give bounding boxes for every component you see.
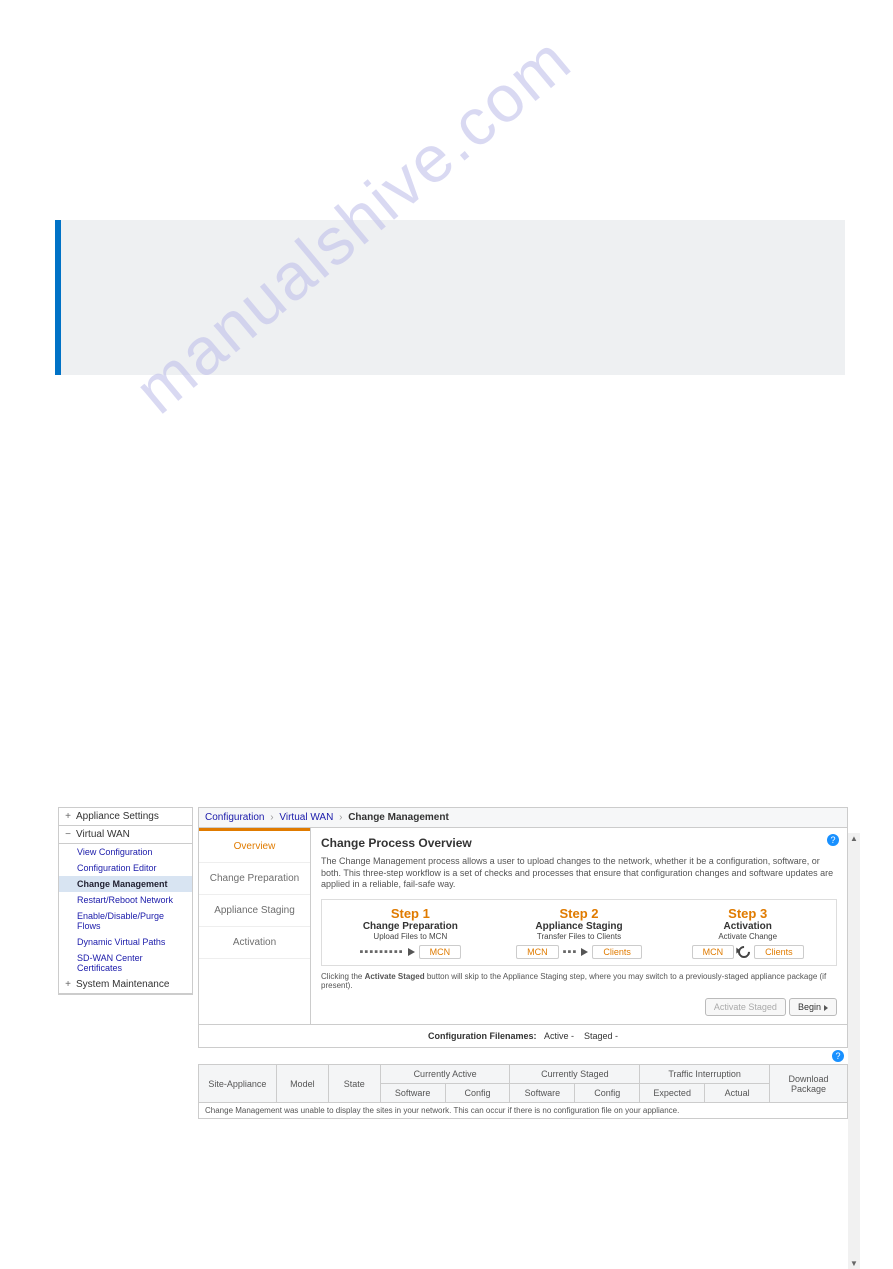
sidebar-section-appliance-settings[interactable]: + Appliance Settings xyxy=(59,808,192,826)
th-currently-active: Currently Active xyxy=(380,1065,510,1084)
panel-description: The Change Management process allows a u… xyxy=(321,856,837,891)
activate-staged-button[interactable]: Activate Staged xyxy=(705,998,786,1016)
sidebar-link[interactable]: Configuration Editor xyxy=(77,863,157,873)
activate-note: Clicking the Activate Staged button will… xyxy=(321,972,837,990)
tab-change-preparation[interactable]: Change Preparation xyxy=(199,863,310,895)
sites-table: Site-Appliance Model State Currently Act… xyxy=(198,1064,848,1103)
table-empty-message: Change Management was unable to display … xyxy=(198,1103,848,1119)
scroll-up-icon[interactable]: ▲ xyxy=(849,833,859,844)
breadcrumb-link[interactable]: Configuration xyxy=(205,812,264,823)
mcn-chip: MCN xyxy=(692,945,735,959)
arrow-right-icon xyxy=(581,948,588,956)
panel-title: Change Process Overview xyxy=(321,836,837,850)
sidebar-section-label: Appliance Settings xyxy=(76,811,159,822)
th-config[interactable]: Config xyxy=(445,1084,510,1103)
sidebar-link[interactable]: Dynamic Virtual Paths xyxy=(77,937,165,947)
arrow-right-icon xyxy=(408,948,415,956)
sidebar-link[interactable]: SD-WAN Center Certificates xyxy=(77,953,143,973)
step-name: Change Preparation xyxy=(326,921,495,932)
step-name: Appliance Staging xyxy=(495,921,664,932)
chevron-right-icon: › xyxy=(270,812,273,823)
th-site-appliance[interactable]: Site-Appliance xyxy=(199,1065,277,1103)
step-desc: Activate Change xyxy=(663,932,832,941)
content-area: Configuration › Virtual WAN › Change Man… xyxy=(198,807,848,1119)
clients-chip: Clients xyxy=(754,945,804,959)
step-tabs: Overview Change Preparation Appliance St… xyxy=(199,828,311,1024)
th-software[interactable]: Software xyxy=(510,1084,575,1103)
scroll-down-icon[interactable]: ▼ xyxy=(849,1258,859,1269)
chevron-right-icon: › xyxy=(339,812,342,823)
sidebar-link[interactable]: Restart/Reboot Network xyxy=(77,895,173,905)
sidebar-item-view-configuration[interactable]: View Configuration xyxy=(59,844,192,860)
mcn-chip: MCN xyxy=(516,945,559,959)
step-desc: Upload Files to MCN xyxy=(326,932,495,941)
refresh-icon xyxy=(736,944,753,961)
sidebar-item-configuration-editor[interactable]: Configuration Editor xyxy=(59,860,192,876)
sidebar-item-dynamic-virtual-paths[interactable]: Dynamic Virtual Paths xyxy=(59,934,192,950)
th-download-package[interactable]: Download Package xyxy=(770,1065,848,1103)
tab-appliance-staging[interactable]: Appliance Staging xyxy=(199,895,310,927)
workflow-step-2: Step 2 Appliance Staging Transfer Files … xyxy=(495,906,664,959)
step-desc: Transfer Files to Clients xyxy=(495,932,664,941)
dots-icon: ▪▪▪ xyxy=(563,946,578,958)
tab-activation[interactable]: Activation xyxy=(199,927,310,959)
scrollbar[interactable]: ▲ ▼ xyxy=(848,833,860,1269)
sidebar-section-label: System Maintenance xyxy=(76,979,169,990)
mcn-chip: MCN xyxy=(419,945,462,959)
tab-overview[interactable]: Overview xyxy=(199,828,310,863)
workflow-diagram: Step 1 Change Preparation Upload Files t… xyxy=(321,899,837,966)
overview-panel: ? Change Process Overview The Change Man… xyxy=(311,828,847,1024)
th-currently-staged: Currently Staged xyxy=(510,1065,640,1084)
breadcrumb: Configuration › Virtual WAN › Change Man… xyxy=(198,807,848,828)
th-state[interactable]: State xyxy=(328,1065,380,1103)
sidebar-link[interactable]: View Configuration xyxy=(77,847,152,857)
sidebar: + Appliance Settings − Virtual WAN View … xyxy=(58,807,193,995)
sidebar-section-system-maintenance[interactable]: + System Maintenance xyxy=(59,976,192,994)
sidebar-item-change-management[interactable]: Change Management xyxy=(59,876,192,892)
th-software[interactable]: Software xyxy=(380,1084,445,1103)
workflow-step-1: Step 1 Change Preparation Upload Files t… xyxy=(326,906,495,959)
sidebar-item-restart-reboot[interactable]: Restart/Reboot Network xyxy=(59,892,192,908)
step-number: Step 2 xyxy=(495,906,664,921)
sidebar-section-virtual-wan[interactable]: − Virtual WAN xyxy=(59,826,192,844)
sidebar-submenu: View Configuration Configuration Editor … xyxy=(59,844,192,976)
header-banner xyxy=(55,220,845,375)
minus-icon: − xyxy=(64,829,72,840)
begin-button[interactable]: Begin xyxy=(789,998,837,1016)
breadcrumb-link[interactable]: Virtual WAN xyxy=(279,812,333,823)
dots-icon: ▪▪▪▪▪▪▪▪▪ xyxy=(360,946,404,958)
th-expected[interactable]: Expected xyxy=(640,1084,705,1103)
th-config[interactable]: Config xyxy=(575,1084,640,1103)
th-traffic-interruption: Traffic Interruption xyxy=(640,1065,770,1084)
config-filenames-label: Configuration Filenames: xyxy=(428,1031,537,1041)
step-name: Activation xyxy=(663,921,832,932)
staged-filename: Staged - xyxy=(584,1031,618,1041)
th-actual[interactable]: Actual xyxy=(705,1084,770,1103)
step-number: Step 3 xyxy=(663,906,832,921)
th-model[interactable]: Model xyxy=(276,1065,328,1103)
step-number: Step 1 xyxy=(326,906,495,921)
arrow-right-icon xyxy=(824,1005,828,1011)
plus-icon: + xyxy=(64,811,72,822)
sidebar-section-label: Virtual WAN xyxy=(76,829,130,840)
config-filenames: Configuration Filenames: Active - Staged… xyxy=(198,1025,848,1048)
sidebar-item-enable-disable-purge[interactable]: Enable/Disable/Purge Flows xyxy=(59,908,192,934)
main-panel: Overview Change Preparation Appliance St… xyxy=(198,828,848,1025)
plus-icon: + xyxy=(64,979,72,990)
breadcrumb-current: Change Management xyxy=(348,812,449,823)
workflow-step-3: Step 3 Activation Activate Change MCN Cl… xyxy=(663,906,832,959)
help-icon[interactable]: ? xyxy=(832,1050,844,1062)
clients-chip: Clients xyxy=(592,945,642,959)
help-icon[interactable]: ? xyxy=(827,834,839,846)
sidebar-link[interactable]: Enable/Disable/Purge Flows xyxy=(77,911,164,931)
sidebar-item-sdwan-center-certificates[interactable]: SD-WAN Center Certificates xyxy=(59,950,192,976)
active-filename: Active - xyxy=(544,1031,574,1041)
